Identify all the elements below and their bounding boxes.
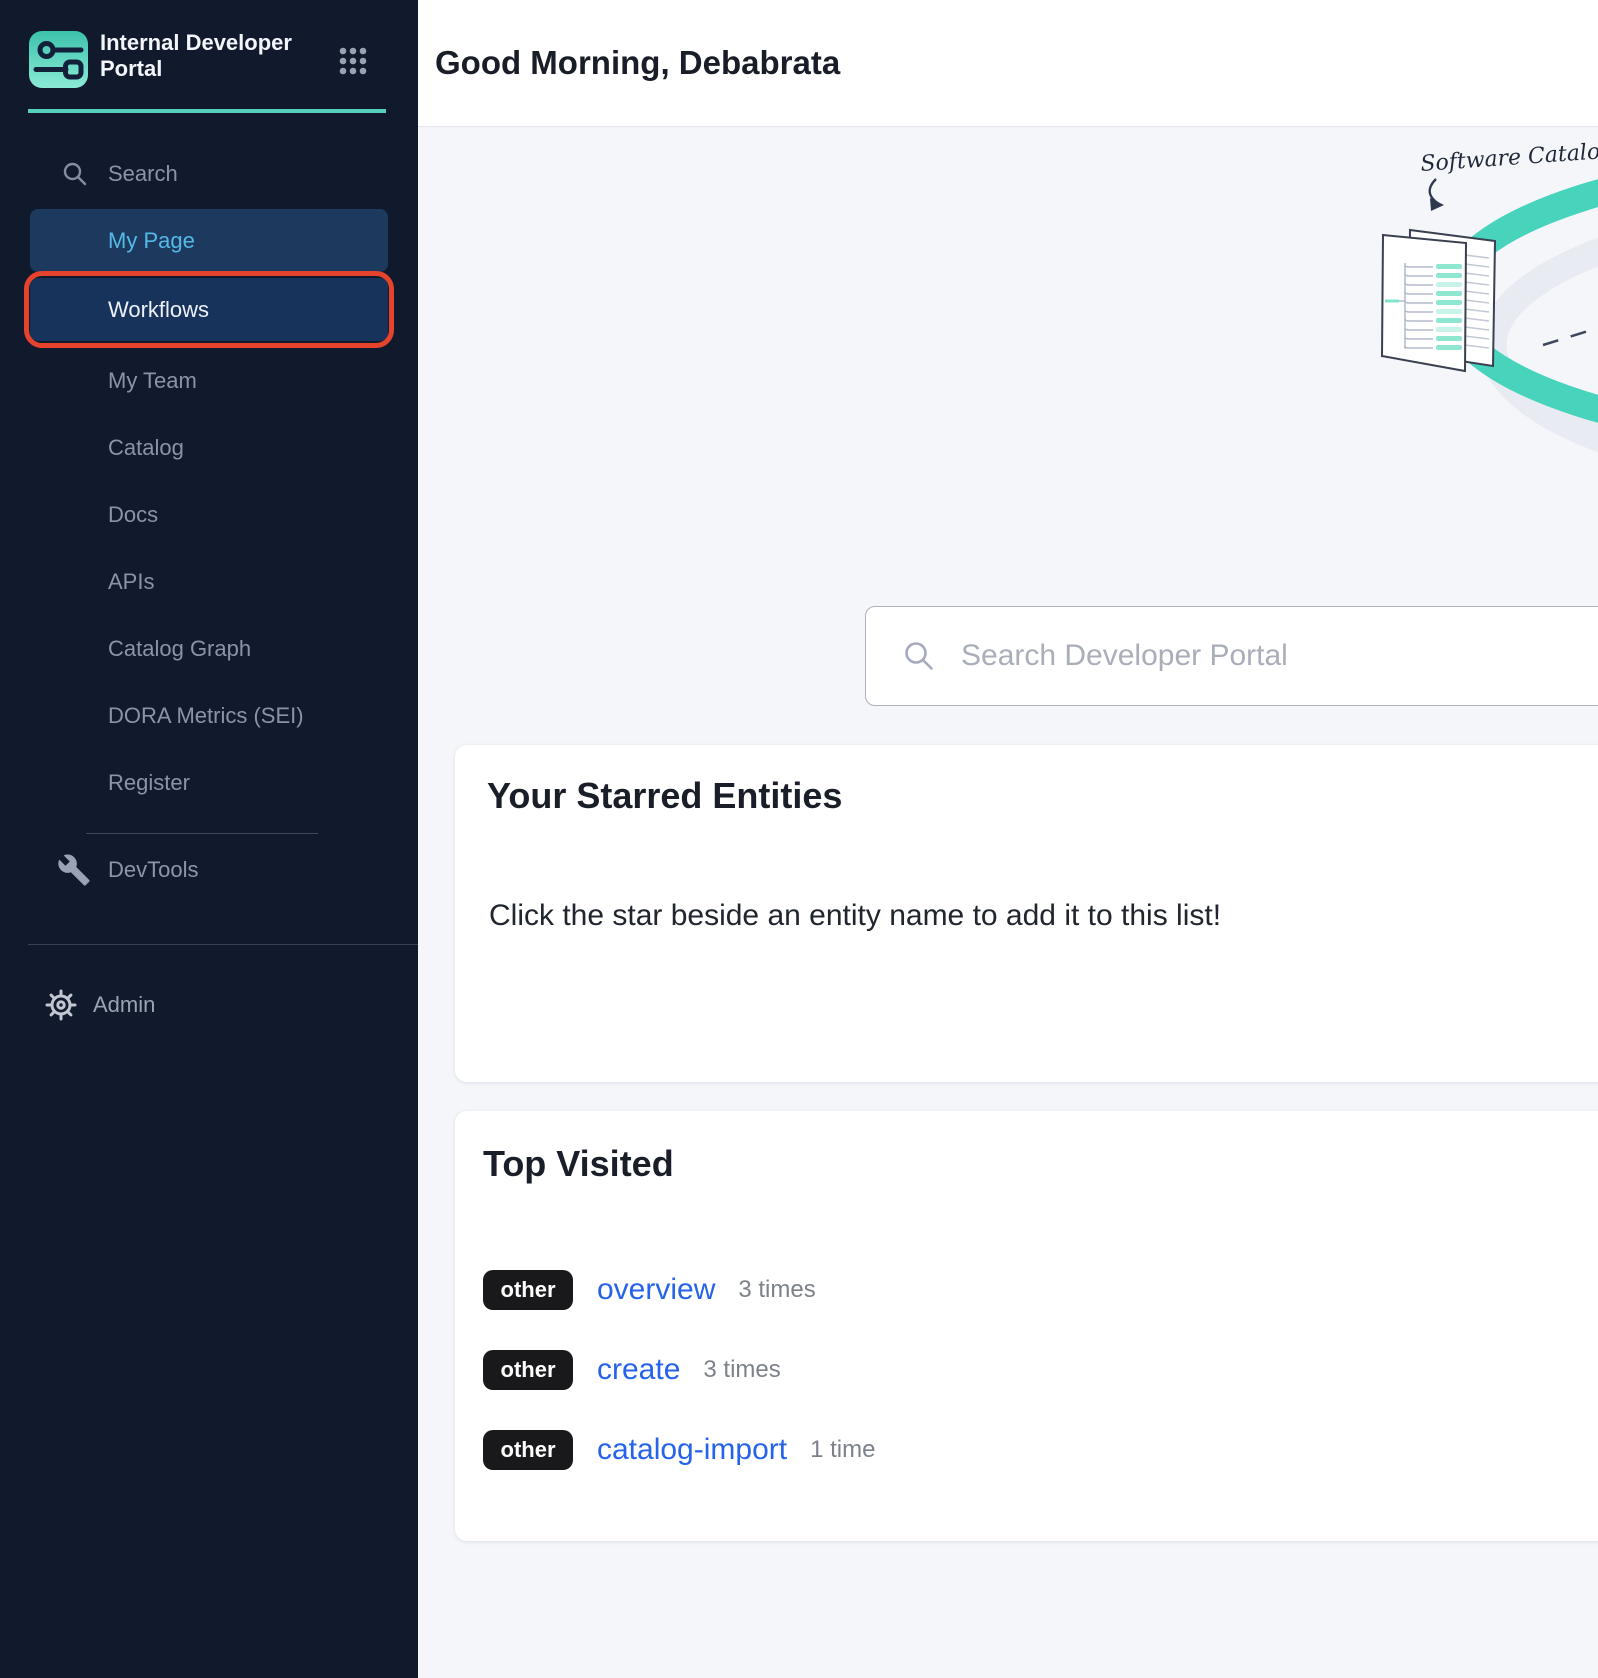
- sidebar-item-my-team[interactable]: My Team: [0, 347, 418, 414]
- greeting-title: Good Morning, Debabrata: [435, 44, 840, 82]
- sidebar-item-dora-metrics[interactable]: DORA Metrics (SEI): [0, 682, 418, 749]
- sidebar-item-search[interactable]: Search: [0, 140, 418, 207]
- top-visited-row: other overview 3 times: [483, 1270, 1598, 1310]
- sidebar-item-label: Workflows: [108, 297, 209, 323]
- app-title: Internal Developer Portal: [100, 30, 305, 82]
- sidebar-item-devtools[interactable]: DevTools: [0, 838, 418, 902]
- app-logo-icon: [29, 31, 88, 88]
- sidebar-item-apis[interactable]: APIs: [0, 548, 418, 615]
- starred-empty-message: Click the star beside an entity name to …: [489, 899, 1598, 933]
- sidebar-item-label: Catalog Graph: [108, 636, 251, 662]
- starred-entities-title: Your Starred Entities: [487, 775, 1598, 817]
- search-input[interactable]: [961, 639, 1598, 673]
- sidebar-item-label: APIs: [108, 569, 154, 595]
- sidebar-item-label: Docs: [108, 502, 158, 528]
- sidebar-nav: Search My Page Workflows My Team Catalog…: [0, 140, 418, 1035]
- sidebar-item-workflows-wrap: Workflows: [30, 278, 388, 341]
- sidebar-item-workflows[interactable]: Workflows: [30, 278, 388, 341]
- top-visited-card: Top Visited other overview 3 times other…: [455, 1111, 1598, 1541]
- sidebar-item-catalog-graph[interactable]: Catalog Graph: [0, 615, 418, 682]
- logo-row: Internal Developer Portal: [0, 0, 418, 110]
- apps-grid-icon[interactable]: [338, 46, 368, 76]
- starred-entities-card: Your Starred Entities Click the star bes…: [455, 745, 1598, 1082]
- kind-badge: other: [483, 1350, 573, 1390]
- visit-count: 3 times: [703, 1356, 780, 1384]
- main-content: Good Morning, Debabrata: [418, 0, 1598, 1678]
- sidebar-item-label: My Page: [108, 228, 195, 254]
- kind-badge: other: [483, 1270, 573, 1310]
- top-visited-row: other catalog-import 1 time: [483, 1430, 1598, 1470]
- sidebar: Internal Developer Portal Search My Page…: [0, 0, 418, 1678]
- sidebar-divider: [86, 833, 318, 834]
- sidebar-item-my-page[interactable]: My Page: [30, 209, 388, 272]
- top-visited-list: other overview 3 times other create 3 ti…: [483, 1270, 1598, 1470]
- visited-entity-link[interactable]: overview: [597, 1273, 715, 1307]
- sidebar-item-label: Catalog: [108, 435, 184, 461]
- illustration-label: Software Catalog: [1420, 139, 1598, 177]
- visited-entity-link[interactable]: catalog-import: [597, 1433, 787, 1467]
- visited-entity-link[interactable]: create: [597, 1353, 680, 1387]
- gear-icon: [44, 988, 78, 1022]
- sidebar-item-catalog[interactable]: Catalog: [0, 414, 418, 481]
- search-icon: [62, 161, 88, 187]
- sidebar-item-label: DevTools: [108, 857, 198, 883]
- sidebar-item-label: Register: [108, 770, 190, 796]
- top-visited-title: Top Visited: [483, 1143, 1598, 1185]
- sidebar-item-label: Admin: [93, 992, 155, 1018]
- visit-count: 3 times: [738, 1276, 815, 1304]
- sidebar-section-divider: [28, 944, 418, 945]
- sidebar-item-label: DORA Metrics (SEI): [108, 703, 304, 729]
- top-visited-row: other create 3 times: [483, 1350, 1598, 1390]
- search-icon: [903, 640, 935, 672]
- portal-search-box[interactable]: [865, 606, 1598, 706]
- sidebar-item-docs[interactable]: Docs: [0, 481, 418, 548]
- sidebar-accent-rule: [28, 109, 386, 113]
- sidebar-item-register[interactable]: Register: [0, 749, 418, 816]
- page-header: Good Morning, Debabrata: [418, 0, 1598, 127]
- visit-count: 1 time: [810, 1436, 875, 1464]
- wrench-icon: [57, 853, 91, 887]
- sidebar-item-label: My Team: [108, 368, 197, 394]
- sidebar-item-label: Search: [108, 161, 178, 187]
- sidebar-item-admin[interactable]: Admin: [0, 975, 418, 1035]
- kind-badge: other: [483, 1430, 573, 1470]
